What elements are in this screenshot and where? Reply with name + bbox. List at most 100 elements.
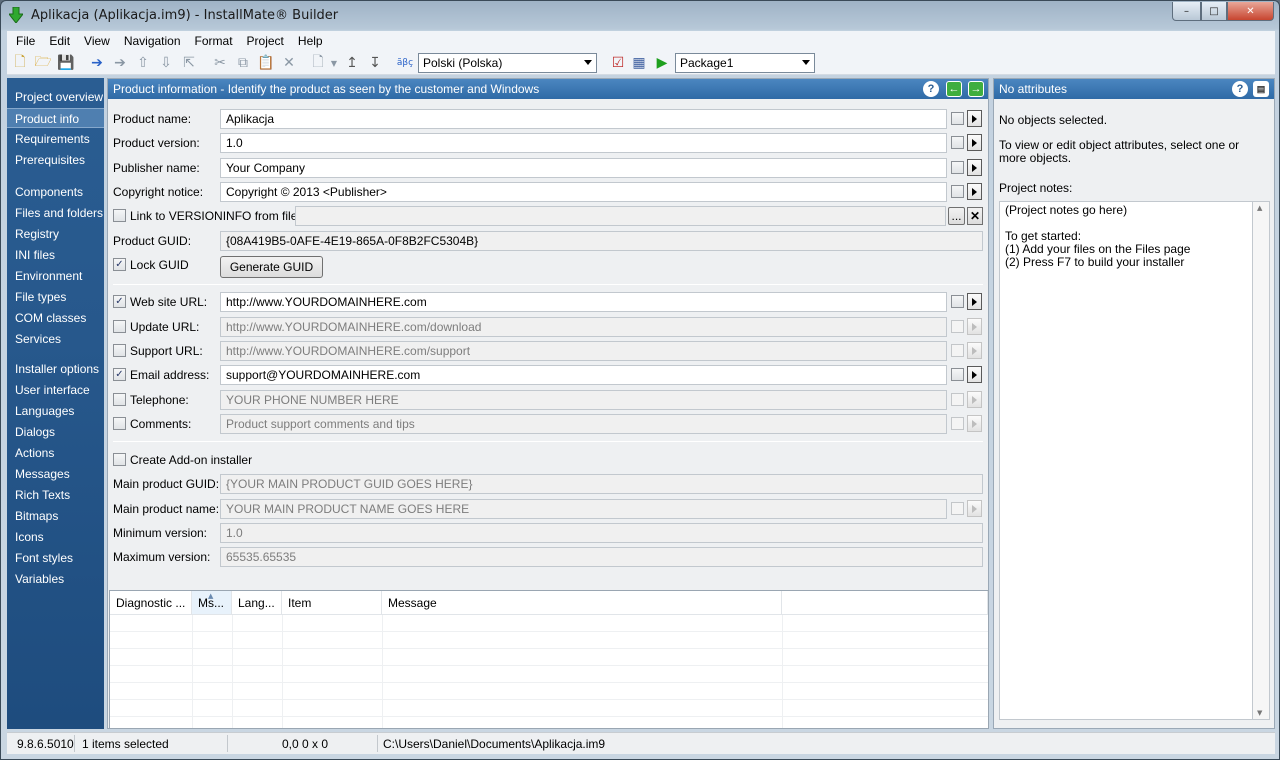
website-menu-button[interactable] xyxy=(967,293,982,310)
table-row[interactable] xyxy=(110,615,988,632)
save-icon[interactable]: 💾 xyxy=(57,54,75,72)
update-checkbox[interactable] xyxy=(113,320,126,333)
product-name-localize-checkbox[interactable] xyxy=(951,112,964,125)
copyright-localize-checkbox[interactable] xyxy=(951,185,964,198)
project-notes-field[interactable]: (Project notes go here) To get started: … xyxy=(999,201,1253,720)
max-version-field[interactable]: 65535.65535 xyxy=(220,547,983,567)
forward-arrow-icon[interactable]: ➔ xyxy=(111,54,129,72)
help-icon[interactable]: ? xyxy=(1232,81,1248,97)
menu-format[interactable]: Format xyxy=(188,34,240,48)
support-menu-button[interactable] xyxy=(967,342,982,359)
title-bar[interactable]: Aplikacja (Aplikacja.im9) - InstallMate®… xyxy=(1,1,1279,31)
table-row[interactable] xyxy=(110,700,988,717)
maximize-button[interactable]: □ xyxy=(1201,2,1227,21)
sidebar-item-dialogs[interactable]: Dialogs xyxy=(7,422,104,442)
comments-checkbox[interactable] xyxy=(113,417,126,430)
back-arrow-icon[interactable]: ➔ xyxy=(88,54,106,72)
delete-icon[interactable]: ✕ xyxy=(280,54,298,72)
publisher-name-menu-button[interactable] xyxy=(967,159,982,176)
sidebar-item-languages[interactable]: Languages xyxy=(7,401,104,421)
publisher-name-localize-checkbox[interactable] xyxy=(951,161,964,174)
main-name-localize-checkbox[interactable] xyxy=(951,502,964,515)
insert-dropdown-icon[interactable]: ▼ xyxy=(325,54,343,72)
diagnostics-list[interactable]: Diagnostic ... Ms... ▲ Lang... Item Mess… xyxy=(109,590,989,734)
addon-checkbox[interactable] xyxy=(113,453,126,466)
product-version-field[interactable]: 1.0 xyxy=(220,133,947,153)
paste-icon[interactable]: 📋 xyxy=(257,54,275,72)
sidebar-item-bitmaps[interactable]: Bitmaps xyxy=(7,506,104,526)
sidebar-item-rich-texts[interactable]: Rich Texts xyxy=(7,485,104,505)
sidebar-item-environment[interactable]: Environment xyxy=(7,266,104,286)
table-row[interactable] xyxy=(110,649,988,666)
close-button[interactable]: ✕ xyxy=(1227,2,1274,21)
open-folder-icon[interactable]: 🗁 xyxy=(34,54,52,72)
next-page-icon[interactable]: → xyxy=(968,81,984,97)
website-checkbox[interactable]: ✓ xyxy=(113,295,126,308)
copyright-field[interactable]: Copyright © 2013 <Publisher> xyxy=(220,182,947,202)
sidebar-item-prerequisites[interactable]: Prerequisites xyxy=(7,150,104,170)
checklist-icon[interactable]: ☑ xyxy=(609,54,627,72)
cut-icon[interactable]: ✂ xyxy=(211,54,229,72)
update-field[interactable]: http://www.YOURDOMAINHERE.com/download xyxy=(220,317,947,337)
product-version-localize-checkbox[interactable] xyxy=(951,136,964,149)
email-checkbox[interactable]: ✓ xyxy=(113,368,126,381)
build-settings-icon[interactable]: ▦ xyxy=(630,54,648,72)
lock-guid-checkbox[interactable]: ✓ xyxy=(113,258,126,271)
support-localize-checkbox[interactable] xyxy=(951,344,964,357)
menu-view[interactable]: View xyxy=(77,34,117,48)
scroll-down-icon[interactable]: ▼ xyxy=(1257,709,1262,717)
copyright-menu-button[interactable] xyxy=(967,183,982,200)
telephone-menu-button[interactable] xyxy=(967,391,982,408)
menu-help[interactable]: Help xyxy=(291,34,330,48)
move-up-icon[interactable]: ↥ xyxy=(343,54,361,72)
column-diagnostic[interactable]: Diagnostic ... xyxy=(110,591,192,615)
support-field[interactable]: http://www.YOURDOMAINHERE.com/support xyxy=(220,341,947,361)
comments-localize-checkbox[interactable] xyxy=(951,417,964,430)
column-language[interactable]: Lang... xyxy=(232,591,282,615)
sidebar-item-requirements[interactable]: Requirements xyxy=(7,129,104,149)
publisher-name-field[interactable]: Your Company xyxy=(220,158,947,178)
sidebar-item-actions[interactable]: Actions xyxy=(7,443,104,463)
min-version-field[interactable]: 1.0 xyxy=(220,523,983,543)
browse-button[interactable]: ... xyxy=(948,207,965,225)
new-file-icon[interactable]: 🗋 xyxy=(11,54,29,72)
column-item[interactable]: Item xyxy=(282,591,382,615)
product-version-menu-button[interactable] xyxy=(967,134,982,151)
email-field[interactable]: support@YOURDOMAINHERE.com xyxy=(220,365,947,385)
menu-file[interactable]: File xyxy=(9,34,42,48)
telephone-field[interactable]: YOUR PHONE NUMBER HERE xyxy=(220,390,947,410)
run-icon[interactable]: ▶ xyxy=(653,54,671,72)
generate-guid-button[interactable]: Generate GUID xyxy=(220,256,323,278)
telephone-checkbox[interactable] xyxy=(113,393,126,406)
sidebar-item-project-overview[interactable]: Project overview xyxy=(7,87,104,107)
table-row[interactable] xyxy=(110,683,988,700)
sidebar-item-installer-options[interactable]: Installer options xyxy=(7,359,104,379)
sidebar-item-product-info[interactable]: Product info xyxy=(7,108,104,128)
spell-check-icon[interactable]: ãβç xyxy=(396,54,414,72)
sidebar-item-ini-files[interactable]: INI files xyxy=(7,245,104,265)
up-arrow-icon[interactable]: ⇧ xyxy=(134,54,152,72)
copy-icon[interactable]: ⧉ xyxy=(234,54,252,72)
sidebar-item-files-and-folders[interactable]: Files and folders xyxy=(7,203,104,223)
sidebar-item-font-styles[interactable]: Font styles xyxy=(7,548,104,568)
update-menu-button[interactable] xyxy=(967,318,982,335)
scroll-up-icon[interactable]: ▲ xyxy=(1257,204,1262,212)
sidebar-item-icons[interactable]: Icons xyxy=(7,527,104,547)
main-name-menu-button[interactable] xyxy=(967,500,982,517)
sidebar-item-user-interface[interactable]: User interface xyxy=(7,380,104,400)
sidebar-item-variables[interactable]: Variables xyxy=(7,569,104,589)
email-menu-button[interactable] xyxy=(967,366,982,383)
sidebar-item-registry[interactable]: Registry xyxy=(7,224,104,244)
language-select[interactable]: Polski (Polska) xyxy=(418,53,597,73)
website-field[interactable]: http://www.YOURDOMAINHERE.com xyxy=(220,292,947,312)
main-name-field[interactable]: YOUR MAIN PRODUCT NAME GOES HERE xyxy=(220,499,947,519)
versioninfo-checkbox[interactable] xyxy=(113,209,126,222)
menu-edit[interactable]: Edit xyxy=(42,34,77,48)
email-localize-checkbox[interactable] xyxy=(951,368,964,381)
previous-page-icon[interactable]: ← xyxy=(946,81,962,97)
sidebar-item-com-classes[interactable]: COM classes xyxy=(7,308,104,328)
minimize-button[interactable]: – xyxy=(1172,2,1201,21)
update-localize-checkbox[interactable] xyxy=(951,320,964,333)
product-name-field[interactable]: Aplikacja xyxy=(220,109,947,129)
up-level-icon[interactable]: ⇱ xyxy=(180,54,198,72)
